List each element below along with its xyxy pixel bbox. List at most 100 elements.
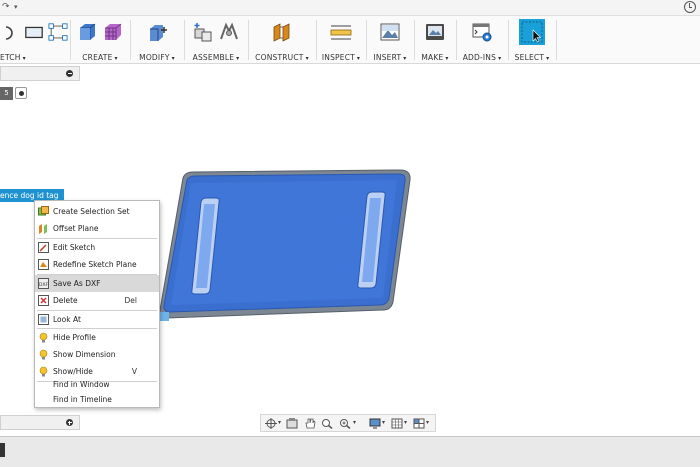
chevron-down-icon: ▾ [22, 55, 26, 62]
navigation-toolbar: ▾ ▾ ▾ ▾ ▾ [260, 414, 436, 432]
ribbon-divider [248, 20, 249, 60]
chevron-down-icon: ▾ [305, 55, 309, 62]
menu-item-redefine-sketch-plane[interactable]: Redefine Sketch Plane [35, 256, 159, 273]
ribbon-group-label: ASSEMBLE [192, 53, 235, 62]
chevron-down-icon: ▾ [236, 55, 240, 62]
chevron-down-icon: ▾ [171, 55, 175, 62]
ribbon-divider [366, 20, 367, 60]
ribbon-divider [316, 20, 317, 60]
menu-item-look-at[interactable]: Look At [35, 311, 159, 328]
chevron-down-icon: ▾ [498, 55, 502, 62]
ribbon-group-label: CONSTRUCT [255, 53, 304, 62]
ribbon-group-construct[interactable]: CONSTRUCT ▾ [250, 16, 314, 64]
ribbon-group-label: INSPECT [321, 53, 355, 62]
ribbon-group-label: ETCH [0, 53, 21, 62]
sketch-nodes-icon[interactable] [48, 21, 68, 43]
ribbon-group-select[interactable]: SELECT ▾ [510, 16, 554, 64]
menu-item-create-selection-set[interactable]: Create Selection Set [35, 203, 159, 220]
chevron-down-icon[interactable]: ▾ [404, 419, 407, 426]
sketch-arc-icon[interactable] [0, 21, 20, 43]
form-sculpt-icon[interactable] [102, 21, 124, 43]
chevron-down-icon: ▾ [114, 55, 118, 62]
ribbon-divider [70, 20, 71, 60]
ribbon-group-label: CREATE [82, 53, 113, 62]
menu-item-delete[interactable]: Delete Del [35, 292, 159, 309]
viewport-model[interactable] [155, 160, 415, 325]
construct-plane-icon[interactable] [271, 21, 293, 43]
version-badge: 5 [0, 87, 13, 100]
chevron-down-icon: ▾ [403, 55, 407, 62]
3d-print-icon[interactable] [424, 21, 446, 43]
comments-panel-header[interactable] [0, 415, 80, 430]
look-at-nav-icon[interactable] [286, 418, 298, 429]
extrude-box-icon[interactable] [76, 21, 98, 43]
grid-settings-icon[interactable] [391, 418, 403, 429]
ribbon-group-modify[interactable]: MODIFY ▾ [132, 16, 182, 64]
chevron-down-icon[interactable]: ▾ [382, 419, 385, 426]
timeline-filter-icon[interactable] [0, 443, 5, 457]
ribbon-divider [456, 20, 457, 60]
measure-icon[interactable] [330, 21, 352, 43]
svg-text:DXF: DXF [39, 282, 49, 288]
ribbon-divider [130, 20, 131, 60]
ribbon-divider [556, 20, 557, 60]
ribbon-divider [414, 20, 415, 60]
zoom-window-icon[interactable] [339, 418, 351, 429]
edit-sketch-icon [38, 242, 49, 253]
ribbon-group-inspect[interactable]: INSPECT ▾ [318, 16, 364, 64]
ribbon-group-insert[interactable]: INSERT ▾ [368, 16, 412, 64]
display-settings-icon[interactable] [369, 418, 381, 429]
chevron-down-icon[interactable]: ▾ [278, 419, 281, 426]
chevron-down-icon[interactable]: ▾ [426, 419, 429, 426]
ribbon-group-addins[interactable]: ADD-INS ▾ [458, 16, 506, 64]
chevron-down-icon: ▾ [546, 55, 550, 62]
redo-icon[interactable]: ↷ [2, 2, 10, 12]
pan-hand-icon[interactable] [304, 418, 316, 429]
ribbon-divider [508, 20, 509, 60]
viewports-icon[interactable] [413, 418, 425, 429]
bulb-icon [39, 349, 48, 360]
menu-item-edit-sketch[interactable]: Edit Sketch [35, 239, 159, 256]
joint-icon[interactable] [218, 21, 240, 43]
ribbon-group-assemble[interactable]: ASSEMBLE ▾ [186, 16, 246, 64]
ribbon-group-sketch[interactable]: ETCH ▾ [0, 16, 68, 64]
insert-image-icon[interactable] [379, 21, 401, 43]
delete-icon [38, 295, 49, 306]
history-clock-icon[interactable] [684, 1, 696, 13]
select-cursor-icon[interactable] [519, 19, 545, 45]
expand-panel-icon[interactable] [66, 419, 73, 426]
chevron-down-icon: ▾ [356, 55, 361, 62]
ribbon-group-label: ADD-INS [462, 53, 497, 62]
sketch-origin-marker [160, 312, 169, 321]
chevron-down-icon: ▾ [445, 55, 449, 62]
ribbon-group-label: MAKE [421, 53, 444, 62]
zoom-icon[interactable] [321, 418, 333, 429]
press-pull-icon[interactable] [146, 21, 168, 43]
ribbon-toolbar: ETCH ▾ CREATE ▾ MODIFY ▾ ASSEMBLE ▾ CONSTRUC… [0, 16, 700, 64]
timeline-bar [0, 436, 700, 467]
new-component-icon[interactable] [192, 21, 214, 43]
scripts-addins-icon[interactable] [471, 21, 493, 43]
dropdown-caret-icon[interactable]: ▾ [14, 3, 18, 11]
ribbon-group-label: INSERT [373, 53, 402, 62]
menu-item-find-in-timeline[interactable]: Find in Timeline [35, 391, 159, 408]
dxf-icon: DXF [38, 278, 49, 289]
orbit-icon[interactable] [265, 418, 277, 429]
menu-item-offset-plane[interactable]: Offset Plane [35, 220, 159, 237]
offset-plane-icon [39, 224, 47, 234]
browser-panel-header[interactable] [0, 66, 80, 81]
collapse-panel-icon[interactable] [66, 70, 73, 77]
menu-item-show-dimension[interactable]: Show Dimension [35, 346, 159, 363]
menu-item-hide-profile[interactable]: Hide Profile [35, 329, 159, 346]
rectangle-icon[interactable] [24, 21, 44, 43]
ribbon-group-create[interactable]: CREATE ▾ [72, 16, 128, 64]
menu-item-save-as-dxf[interactable]: DXF Save As DXF [35, 275, 159, 292]
ribbon-divider [184, 20, 185, 60]
context-menu: Create Selection Set Offset Plane Edit S… [34, 200, 160, 408]
ribbon-group-make[interactable]: MAKE ▾ [416, 16, 454, 64]
selection-set-icon [38, 206, 49, 216]
ribbon-group-label: MODIFY [139, 53, 170, 62]
chevron-down-icon[interactable]: ▾ [353, 419, 356, 426]
bulb-icon [39, 332, 48, 343]
activate-component-icon[interactable] [15, 87, 27, 99]
